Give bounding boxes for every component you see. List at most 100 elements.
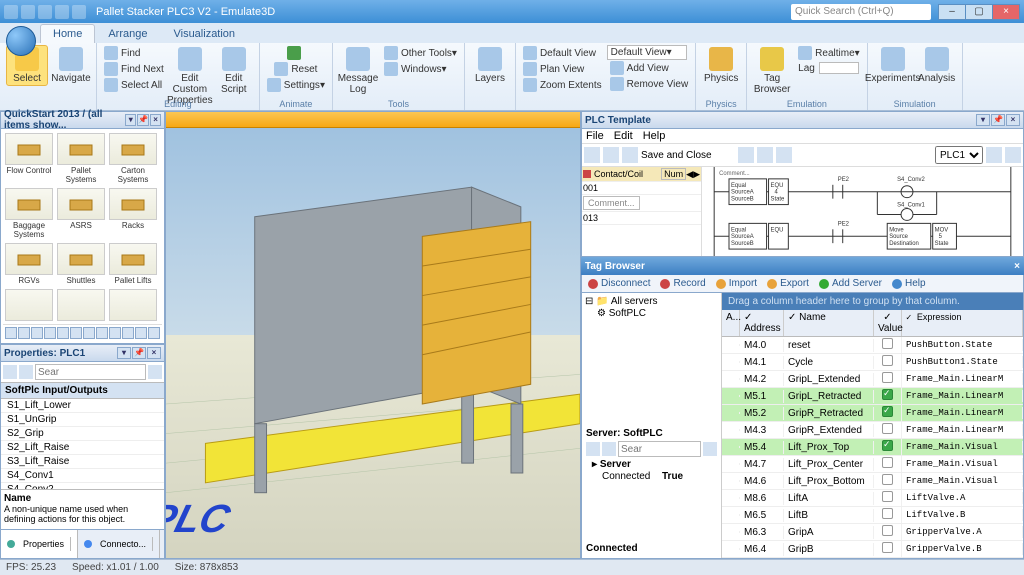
plan-view-button[interactable]: Plan View [520,61,605,77]
plc-selector[interactable]: PLC1 [935,146,983,164]
reset-button[interactable]: Reset [271,61,320,77]
catalog-item[interactable]: Flow Control [3,131,55,186]
default-view-dropdown[interactable]: Default View ▾ [607,45,687,60]
fwd-icon[interactable] [603,147,619,163]
svg-text:SourceB: SourceB [731,241,754,247]
svg-text:SourceB: SourceB [731,197,754,203]
maximize-button[interactable]: ▢ [965,4,993,20]
zoom-extents-button[interactable]: Zoom Extents [520,77,605,93]
windows-button[interactable]: Windows ▾ [381,61,460,77]
disconnect-button[interactable]: Disconnect [588,278,650,289]
close-button[interactable]: × [992,4,1020,20]
catalog-item[interactable]: RGVs [3,241,55,287]
catalog-item[interactable]: Pallet Systems [55,131,107,186]
tag-row[interactable]: M4.0resetPushButton.State [722,337,1023,354]
tag-row[interactable]: M6.4GripBGripperValve.B [722,541,1023,558]
app-orb[interactable] [6,26,36,56]
svg-text:Comment...: Comment... [719,171,750,177]
edit-script-button[interactable]: Edit Script [213,45,255,97]
plc-menu-file[interactable]: File [586,130,604,142]
find-next-button[interactable]: Find Next [101,61,167,77]
window-title: Pallet Stacker PLC3 V2 - Emulate3D [96,6,791,18]
help-button[interactable]: Help [892,278,926,289]
tag-row[interactable]: M5.2GripR_RetractedFrame_Main.LinearM [722,405,1023,422]
find-button[interactable]: Find [101,45,167,61]
tab-properties[interactable]: Properties [1,530,78,558]
panel-pin[interactable]: 📌 [137,114,149,126]
catalog-item[interactable]: Carton Systems [107,131,159,186]
panel-close[interactable]: × [150,114,161,126]
titlebar: Pallet Stacker PLC3 V2 - Emulate3D Quick… [0,0,1024,23]
properties-search[interactable] [35,364,146,380]
analysis-button[interactable]: Analysis [916,45,958,86]
catalog-item[interactable]: Pallet Lifts [107,241,159,287]
play-button[interactable] [284,45,307,61]
property-item[interactable]: S1_UnGrip [1,413,164,427]
layers-button[interactable]: Layers [469,45,511,86]
svg-text:MOV: MOV [935,227,949,233]
3d-viewport[interactable]: PLC [165,111,581,559]
tab-home[interactable]: Home [40,24,95,43]
add-server-button[interactable]: Add Server [819,278,882,289]
svg-text:SourceA: SourceA [731,190,754,196]
tag-browser-button[interactable]: Tag Browser [751,45,793,97]
catalog-item[interactable]: ASRS [55,186,107,241]
experiments-button[interactable]: Experiments [872,45,914,86]
property-item[interactable]: S2_Lift_Raise [1,441,164,455]
export-button[interactable]: Export [767,278,809,289]
quick-search[interactable]: Quick Search (Ctrl+Q) [791,4,931,20]
remove-view-button[interactable]: Remove View [607,76,692,92]
default-view-button[interactable]: Default View [520,45,605,61]
tag-row[interactable]: M5.4Lift_Prox_TopFrame_Main.Visual [722,439,1023,456]
tag-row[interactable]: M4.3GripR_ExtendedFrame_Main.LinearM [722,422,1023,439]
record-button[interactable]: Record [660,278,705,289]
svg-text:PE2: PE2 [838,221,849,227]
property-item[interactable]: S4_Conv1 [1,469,164,483]
catalog-item[interactable]: Baggage Systems [3,186,55,241]
import-button[interactable]: Import [716,278,757,289]
save-icon[interactable] [622,147,638,163]
qat [4,5,86,19]
search-icon[interactable] [148,365,162,379]
plc-menu-edit[interactable]: Edit [614,130,633,142]
realtime-button[interactable]: Realtime ▾ [795,45,863,61]
tag-row[interactable]: M8.6LiftALiftValve.A [722,490,1023,507]
catalog-item[interactable]: Racks [107,186,159,241]
tag-row[interactable]: M6.5LiftBLiftValve.B [722,507,1023,524]
tb-close[interactable]: × [1014,261,1020,272]
physics-button[interactable]: Physics [700,45,742,86]
status-speed: Speed: x1.01 / 1.00 [72,562,159,573]
tag-row[interactable]: M4.7Lift_Prox_CenterFrame_Main.Visual [722,456,1023,473]
category-icon[interactable] [19,365,33,379]
add-view-button[interactable]: Add View [607,60,692,76]
tag-row[interactable]: M6.3GripAGripperValve.A [722,524,1023,541]
settings-button[interactable]: Settings ▾ [264,77,328,93]
message-log-button[interactable]: Message Log [337,45,379,97]
svg-text:Move: Move [889,227,904,233]
property-item[interactable]: S1_Lift_Lower [1,399,164,413]
status-bar: FPS: 25.23 Speed: x1.01 / 1.00 Size: 878… [0,559,1024,575]
sort-icon[interactable] [3,365,17,379]
property-item[interactable]: S3_Lift_Raise [1,455,164,469]
group-hint[interactable]: Drag a column header here to group by th… [722,293,1023,310]
svg-text:EQU: EQU [771,227,784,233]
back-icon[interactable] [584,147,600,163]
catalog-item[interactable]: Shuttles [55,241,107,287]
ribbon: Select Navigate Find Find Next Select Al… [0,43,1024,111]
navigate-button[interactable]: Navigate [50,45,92,86]
select-all-button[interactable]: Select All [101,77,167,93]
property-item[interactable]: S2_Grip [1,427,164,441]
other-tools-button[interactable]: Other Tools ▾ [381,45,460,61]
server-tree[interactable]: ⊟ 📁 All servers ⚙ SoftPLC [582,293,721,323]
tab-arrange[interactable]: Arrange [95,24,160,43]
tag-row[interactable]: M4.6Lift_Prox_BottomFrame_Main.Visual [722,473,1023,490]
tag-row[interactable]: M4.1CyclePushButton1.State [722,354,1023,371]
tab-connections[interactable]: Connecto... [78,530,160,558]
minimize-button[interactable]: – [938,4,966,20]
tag-row[interactable]: M4.2GripL_ExtendedFrame_Main.LinearM [722,371,1023,388]
plc-menu-help[interactable]: Help [643,130,666,142]
panel-dropdown[interactable]: ▾ [125,114,136,126]
svg-text:PLC: PLC [166,497,236,541]
tab-visualization[interactable]: Visualization [160,24,248,43]
tag-row[interactable]: M5.1GripL_RetractedFrame_Main.LinearM [722,388,1023,405]
